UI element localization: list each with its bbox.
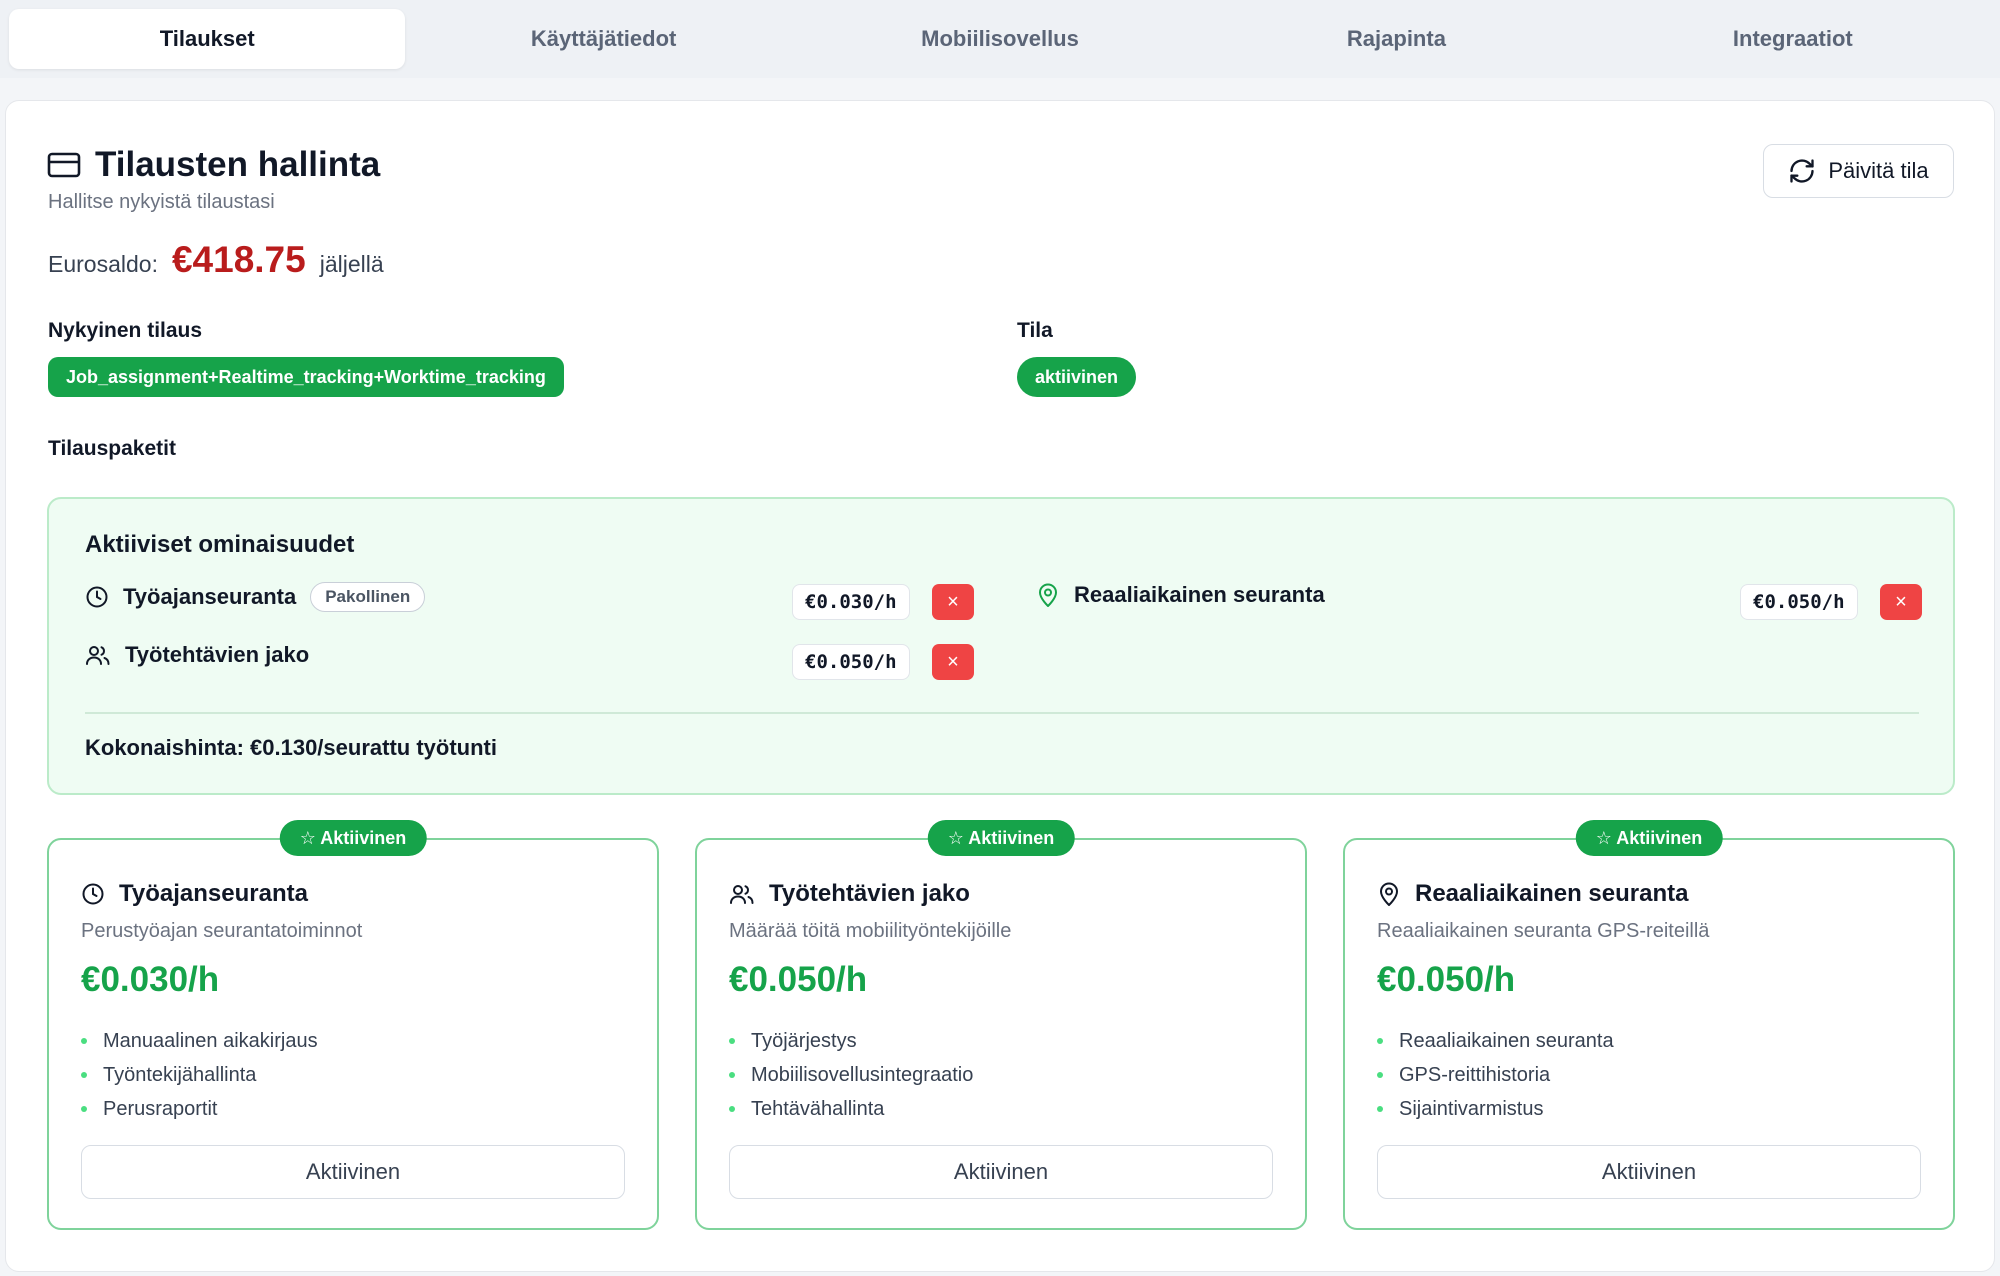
package-card-job-assignment: ☆ Aktiivinen Työtehtävien jako Määrää tö…	[695, 820, 1307, 1230]
page-title: Tilausten hallinta	[95, 145, 381, 184]
card-title-row: Työajanseuranta	[81, 880, 308, 908]
card-price: €0.030/h	[81, 960, 220, 999]
users-icon	[729, 882, 755, 906]
active-badge: ☆ Aktiivinen	[279, 820, 427, 856]
feature-price: €0.050/h	[792, 644, 910, 680]
active-features-title: Aktiiviset ominaisuudet	[85, 531, 355, 558]
remove-feature-button[interactable]: ×	[932, 644, 974, 680]
feature-price: €0.050/h	[1740, 584, 1858, 620]
page-subtitle: Hallitse nykyistä tilaustasi	[48, 191, 275, 213]
card-active-button[interactable]: Aktiivinen	[1377, 1145, 1921, 1199]
packages-label: Tilauspaketit	[48, 437, 176, 460]
balance-label: Eurosaldo:	[48, 251, 158, 277]
mandatory-badge: Pakollinen	[310, 582, 426, 612]
current-plan-label: Nykyinen tilaus	[48, 319, 203, 342]
list-item: GPS-reittihistoria	[1377, 1058, 1614, 1092]
tab-bar: Tilaukset Käyttäjätiedot Mobiilisovellus…	[0, 0, 2000, 78]
active-badge: ☆ Aktiivinen	[1575, 820, 1723, 856]
close-icon: ×	[947, 590, 959, 613]
active-badge: ☆ Aktiivinen	[927, 820, 1075, 856]
card-active-button[interactable]: Aktiivinen	[81, 1145, 625, 1199]
card-active-button[interactable]: Aktiivinen	[729, 1145, 1273, 1199]
package-card-worktime: ☆ Aktiivinen Työajanseuranta Perustyöaja…	[47, 820, 659, 1230]
feature-worktime-tracking: Työajanseuranta Pakollinen	[85, 582, 426, 612]
card-description: Perustyöajan seurantatoiminnot	[81, 920, 363, 942]
feature-price: €0.030/h	[792, 584, 910, 620]
refresh-label: Päivitä tila	[1828, 158, 1929, 183]
list-item: Reaaliaikainen seuranta	[1377, 1024, 1614, 1058]
card-feature-list: Työjärjestys Mobiilisovellusintegraatio …	[729, 1024, 973, 1126]
subscription-panel: Tilausten hallinta Hallitse nykyistä til…	[5, 100, 1995, 1272]
feature-job-assignment: Työtehtävien jako	[85, 642, 309, 668]
remove-feature-button[interactable]: ×	[1880, 584, 1922, 620]
balance-suffix: jäljellä	[319, 251, 384, 277]
close-icon: ×	[947, 650, 959, 673]
card-title-row: Reaaliaikainen seuranta	[1377, 880, 1688, 908]
card-description: Määrää töitä mobiilityöntekijöille	[729, 920, 1012, 942]
feature-name: Työtehtävien jako	[125, 642, 310, 667]
card-feature-list: Reaaliaikainen seuranta GPS-reittihistor…	[1377, 1024, 1614, 1126]
credit-card-icon	[47, 151, 81, 179]
balance-value: €418.75	[171, 239, 306, 280]
list-item: Sijaintivarmistus	[1377, 1092, 1614, 1126]
feature-name: Työajanseuranta	[123, 584, 297, 609]
total-price: Kokonaishinta: €0.130/seurattu työtunti	[85, 735, 497, 760]
card-title: Työtehtävien jako	[769, 880, 970, 907]
tab-kayttajatiedot[interactable]: Käyttäjätiedot	[405, 9, 801, 69]
refresh-status-button[interactable]: Päivitä tila	[1763, 144, 1954, 198]
clock-icon	[85, 585, 109, 609]
list-item: Työjärjestys	[729, 1024, 973, 1058]
card-feature-list: Manuaalinen aikakirjaus Työntekijähallin…	[81, 1024, 318, 1126]
list-item: Työntekijähallinta	[81, 1058, 318, 1092]
refresh-icon	[1788, 157, 1816, 185]
status-label: Tila	[1017, 319, 1053, 342]
card-price: €0.050/h	[1377, 960, 1516, 999]
card-title: Työajanseuranta	[119, 880, 308, 907]
status-badge: aktiivinen	[1017, 357, 1137, 397]
package-card-realtime: ☆ Aktiivinen Reaaliaikainen seuranta Rea…	[1343, 820, 1955, 1230]
divider	[85, 712, 1919, 714]
remove-feature-button[interactable]: ×	[932, 584, 974, 620]
users-icon	[85, 643, 111, 667]
current-plan-value: Job_assignment+Realtime_tracking+Worktim…	[48, 357, 564, 397]
tab-mobiilisovellus[interactable]: Mobiilisovellus	[802, 9, 1198, 69]
euro-balance: Eurosaldo: €418.75 jäljellä	[48, 239, 384, 281]
list-item: Mobiilisovellusintegraatio	[729, 1058, 973, 1092]
map-pin-icon	[1377, 881, 1401, 907]
feature-name: Reaaliaikainen seuranta	[1074, 582, 1325, 607]
card-title: Reaaliaikainen seuranta	[1415, 880, 1689, 907]
list-item: Manuaalinen aikakirjaus	[81, 1024, 318, 1058]
card-price: €0.050/h	[729, 960, 868, 999]
list-item: Perusraportit	[81, 1092, 318, 1126]
page-header: Tilausten hallinta	[47, 145, 380, 185]
card-title-row: Työtehtävien jako	[729, 880, 970, 908]
feature-realtime-tracking: Reaaliaikainen seuranta	[1036, 582, 1325, 608]
map-pin-icon	[1036, 582, 1060, 608]
list-item: Tehtävähallinta	[729, 1092, 973, 1126]
tab-rajapinta[interactable]: Rajapinta	[1198, 9, 1594, 69]
tab-tilaukset[interactable]: Tilaukset	[9, 9, 406, 69]
active-features-box: Aktiiviset ominaisuudet Työajanseuranta …	[47, 497, 1955, 795]
tab-integraatiot[interactable]: Integraatiot	[1595, 9, 1991, 69]
clock-icon	[81, 882, 105, 906]
card-description: Reaaliaikainen seuranta GPS-reiteillä	[1377, 920, 1710, 942]
close-icon: ×	[1895, 590, 1907, 613]
